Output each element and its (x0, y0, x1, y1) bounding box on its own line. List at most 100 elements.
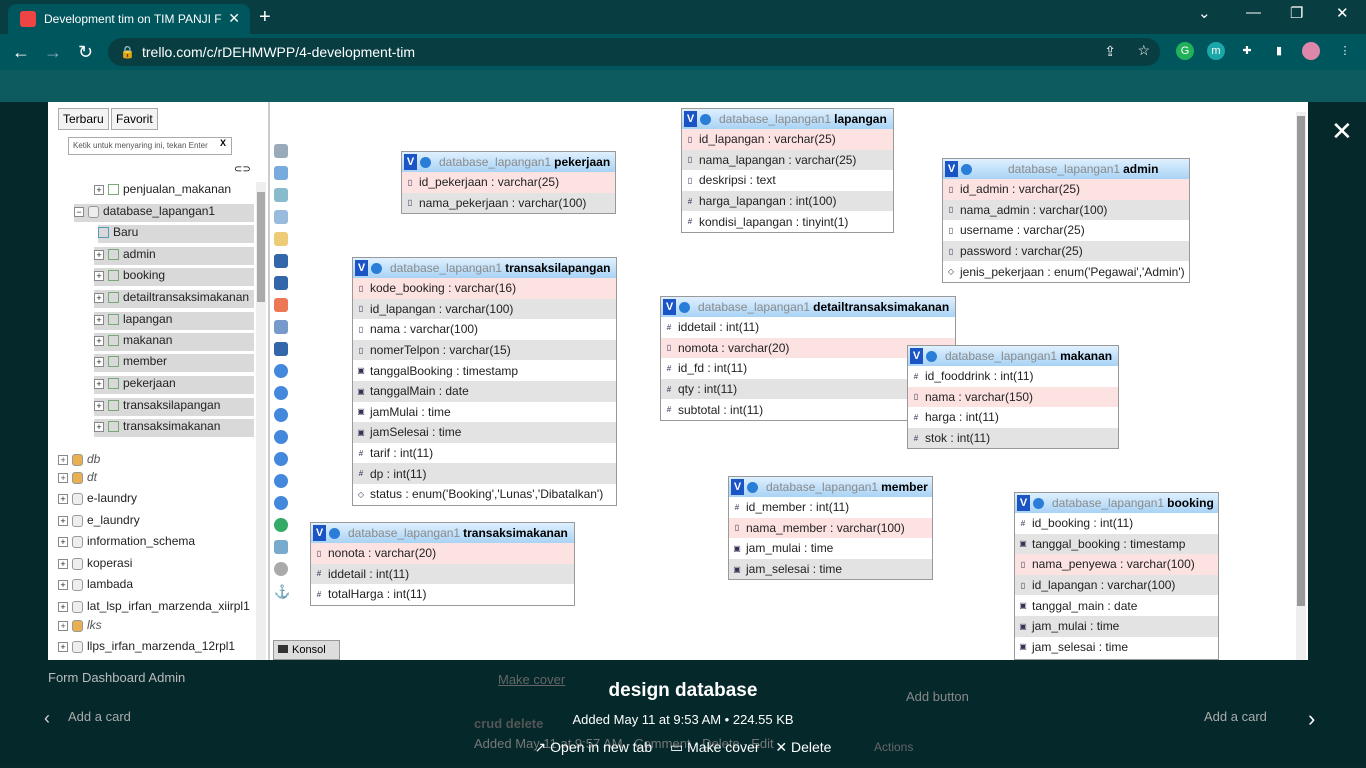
table-row: ▯ nama_member : varchar(100) (729, 517, 932, 539)
forward-icon[interactable]: → (44, 42, 62, 63)
table-row: ▯ password : varchar(25) (943, 240, 1189, 262)
close-tab-icon[interactable]: ✕ (228, 10, 240, 27)
tree-item[interactable]: + db (58, 452, 100, 470)
browser-tab[interactable]: Development tim on TIM PANJI F ✕ (8, 4, 250, 34)
tree-item[interactable]: + information_schema (58, 534, 195, 552)
address-bar[interactable]: 🔒 trello.com/c/rDEHMWPP/4-development-ti… (108, 38, 1160, 66)
share-icon[interactable]: ⇪ (1104, 43, 1116, 60)
tree-item[interactable]: + detailtransaksimakanan (94, 290, 254, 308)
tree-item-selected-db[interactable]: − database_lapangan1 (74, 204, 254, 222)
browser-titlebar: Development tim on TIM PANJI F ✕ + ⌄ — ❐… (0, 0, 1366, 34)
tree-item[interactable]: + pekerjaan (94, 376, 254, 394)
tree-item[interactable]: + lambada (58, 577, 133, 595)
phpmyadmin-navigation: Terbaru Favorit Ketik untuk menyaring in… (48, 102, 270, 660)
tree-item[interactable]: + e_laundry (58, 513, 140, 531)
tree-item[interactable]: + dt (58, 470, 97, 488)
designer-tool-icon[interactable] (274, 342, 288, 356)
tree-item[interactable]: Baru (98, 225, 254, 243)
save-as-icon[interactable] (274, 276, 288, 290)
save-icon[interactable] (274, 254, 288, 268)
designer-tool-icon[interactable] (274, 166, 288, 180)
designer-tool-icon[interactable] (274, 518, 288, 532)
table-member[interactable]: Vdatabase_lapangan1 member # id_member : i… (728, 476, 933, 581)
tree-item[interactable]: + penjualan_makanan (94, 182, 231, 200)
table-row: ▯ id_admin : varchar(25) (943, 179, 1189, 200)
table-lapangan[interactable]: Vdatabase_lapangan1 lapangan ▯ id_lapangan… (681, 108, 894, 233)
designer-tool-icon[interactable] (274, 144, 288, 158)
designer-toolbar: ⚓ (274, 140, 294, 600)
tree-item[interactable]: + koperasi (58, 556, 132, 574)
table-row: # harga_lapangan : int(100) (682, 190, 893, 212)
table-row: ▣ tanggalMain : date (353, 380, 616, 402)
close-viewer-icon[interactable]: ✕ (1331, 116, 1353, 147)
profile-avatar[interactable] (1302, 42, 1320, 60)
designer-tool-icon[interactable] (274, 364, 288, 378)
m-extension-icon[interactable]: m (1207, 42, 1225, 60)
attachment-meta: Added May 11 at 9:53 AM • 224.55 KB (572, 712, 794, 727)
tree-item[interactable]: + lat_lsp_irfan_marzenda_xiirpl1 (58, 599, 250, 617)
back-icon[interactable]: ← (12, 42, 30, 63)
close-window-icon[interactable]: ✕ (1336, 4, 1349, 22)
open-new-tab-link[interactable]: Open in new tab (550, 739, 652, 755)
tree-item[interactable]: + admin (94, 247, 254, 265)
tree-item[interactable]: + e-laundry (58, 491, 137, 509)
link-icon[interactable]: ⊂⊃ (234, 164, 251, 175)
designer-tool-icon[interactable] (274, 474, 288, 488)
tree-item[interactable]: + lks (58, 618, 102, 636)
table-transaksilapangan[interactable]: Vdatabase_lapangan1 transaksilapangan ▯ ko… (352, 257, 617, 506)
gear-icon (329, 527, 340, 539)
table-makanan[interactable]: Vdatabase_lapangan1 makanan # id_fooddrink… (907, 345, 1119, 450)
tree-item[interactable]: + lapangan (94, 312, 254, 330)
table-pekerjaan[interactable]: Vdatabase_lapangan1 pekerjaan ▯ id_pekerja… (401, 151, 616, 215)
tab-title: Development tim on TIM PANJI F (44, 12, 222, 26)
tree-item[interactable]: + transaksimakanan (94, 419, 254, 437)
table-admin[interactable]: Vdatabase_lapangan1 admin ▯ id_admin : var… (942, 158, 1190, 283)
tree-scrollbar[interactable] (256, 182, 266, 660)
delete-link[interactable]: Delete (791, 739, 831, 755)
designer-tool-icon[interactable] (274, 496, 288, 510)
designer-scrollbar[interactable] (1296, 112, 1306, 660)
help-icon[interactable] (274, 408, 288, 422)
tree-item[interactable]: + booking (94, 268, 254, 286)
make-cover-link[interactable]: Make cover (687, 739, 759, 755)
designer-tool-icon[interactable] (274, 188, 288, 202)
designer-tool-icon[interactable] (274, 430, 288, 444)
designer-tool-icon[interactable] (274, 540, 288, 554)
designer-tool-icon[interactable] (274, 298, 288, 312)
side-panel-icon[interactable]: ▮ (1270, 42, 1288, 60)
tab-recent[interactable]: Terbaru (58, 108, 109, 130)
minimize-icon[interactable]: — (1246, 4, 1261, 21)
gear-icon (747, 481, 758, 493)
card-icon: ▭ (670, 739, 684, 755)
designer-tool-icon[interactable] (274, 320, 288, 334)
tree-item[interactable]: + makanan (94, 333, 254, 351)
table-transaksimakanan[interactable]: Vdatabase_lapangan1 transaksimakanan ▯ non… (310, 522, 575, 606)
console-tab[interactable]: Konsol (273, 640, 340, 660)
tab-search-icon[interactable]: ⌄ (1198, 4, 1211, 22)
designer-tool-icon[interactable] (274, 210, 288, 224)
anchor-icon[interactable]: ⚓ (274, 584, 290, 599)
clear-filter-icon[interactable]: X (220, 138, 226, 148)
table-row: ▯ id_lapangan : varchar(100) (1015, 574, 1218, 596)
grammarly-extension-icon[interactable]: G (1176, 42, 1194, 60)
reload-icon[interactable]: ↻ (78, 42, 93, 63)
tree-item[interactable]: + llps_irfan_marzenda_12rpl1 (58, 639, 235, 657)
maximize-icon[interactable]: ❐ (1290, 4, 1303, 22)
designer-tool-icon[interactable] (274, 386, 288, 400)
table-row: ▯ kode_booking : varchar(16) (353, 278, 616, 299)
gear-icon (700, 113, 711, 125)
new-tab-icon[interactable]: + (259, 6, 271, 29)
table-booking[interactable]: Vdatabase_lapangan1 booking # id_booking :… (1014, 492, 1219, 660)
designer-tool-icon[interactable] (274, 452, 288, 466)
chrome-menu-icon[interactable]: ⋮ (1336, 42, 1354, 60)
tree-item[interactable]: + transaksilapangan (94, 398, 254, 416)
designer-tool-icon[interactable] (274, 232, 288, 246)
extensions-puzzle-icon[interactable]: ✚ (1238, 42, 1256, 60)
table-row: ▯ nama : varchar(100) (358, 322, 479, 337)
filter-input[interactable]: Ketik untuk menyaring ini, tekan Enter (68, 137, 232, 155)
tab-favorite[interactable]: Favorit (111, 108, 158, 130)
designer-tool-icon[interactable] (274, 562, 288, 576)
table-row: ▯ id_lapangan : varchar(100) (353, 298, 616, 320)
tree-item[interactable]: + member (94, 354, 254, 372)
bookmark-star-icon[interactable]: ☆ (1137, 42, 1150, 59)
